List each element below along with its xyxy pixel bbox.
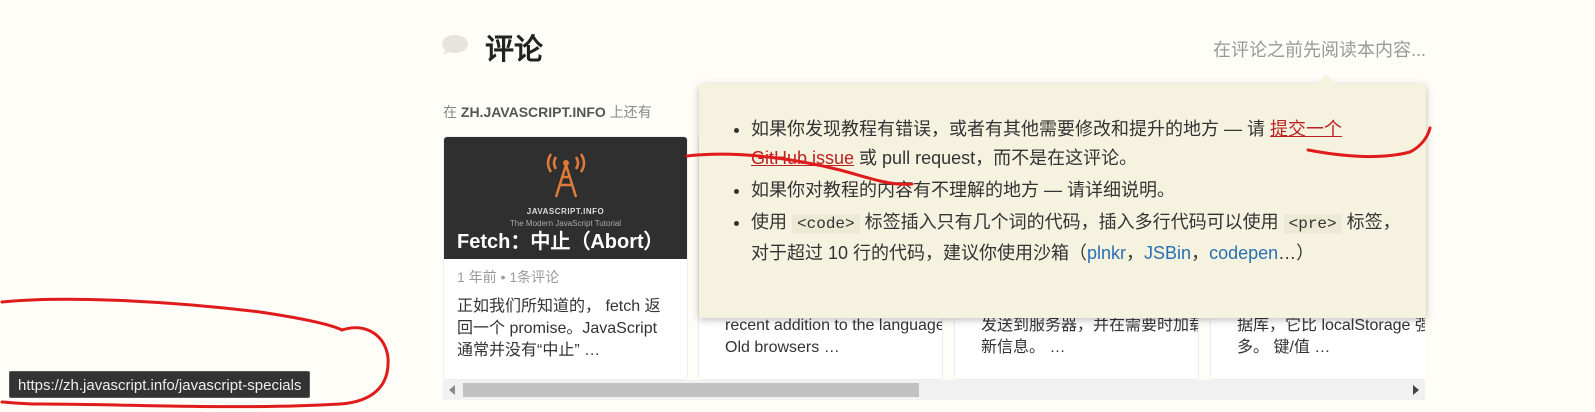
post-meta: 1 年前 • 1条评论 xyxy=(457,269,560,285)
guidelines-list: 如果你发现教程有错误，或者有其他需要修改和提升的地方 — 请 提交一个 GitH… xyxy=(751,115,1401,271)
comment-guidelines-popover: 如果你发现教程有错误，或者有其他需要修改和提升的地方 — 请 提交一个 GitH… xyxy=(699,74,1426,318)
guideline-text: 使用 xyxy=(751,212,793,232)
also-on-suffix: 上还有 xyxy=(609,104,652,120)
radio-tower-logo-icon xyxy=(546,153,586,198)
post-excerpt: 据库，它比 localStorage 强大得多。 键/值 … xyxy=(1237,317,1425,356)
post-title: Fetch：中止（Abort） xyxy=(457,231,664,253)
guideline-item: 如果你发现教程有错误，或者有其他需要修改和提升的地方 — 请 提交一个 GitH… xyxy=(751,115,1401,173)
pre-tag-sample: <pre> xyxy=(1283,214,1342,234)
post-excerpt: 发送到服务器，并在需要时加载新信息。 … xyxy=(981,317,1199,356)
post-excerpt: 正如我们所知道的， fetch 返回一个 promise。JavaScript … xyxy=(457,298,661,359)
codepen-link[interactable]: codepen xyxy=(1209,243,1278,263)
speech-bubble-icon xyxy=(442,35,468,55)
scroll-right-arrow-icon[interactable] xyxy=(1413,385,1419,395)
guideline-item: 如果你对教程的内容有不理解的地方 — 请详细说明。 xyxy=(751,176,1401,205)
status-bar-url: https://zh.javascript.info/javascript-sp… xyxy=(9,371,311,398)
separator: ， xyxy=(1126,243,1145,263)
post-excerpt: recent addition to the language. Old bro… xyxy=(725,317,943,356)
also-on-prefix: 在 xyxy=(443,104,457,120)
scroll-left-arrow-icon[interactable] xyxy=(449,385,455,395)
guideline-text: …） xyxy=(1278,243,1315,263)
code-tag-sample: <code> xyxy=(792,214,860,234)
separator: ， xyxy=(1191,243,1210,263)
also-on-label: 在 ZH.JAVASCRIPT.INFO 上还有 xyxy=(443,102,652,122)
read-before-commenting-link[interactable]: 在评论之前先阅读本内容... xyxy=(1213,36,1426,62)
plnkr-link[interactable]: plnkr xyxy=(1087,243,1126,263)
guideline-item: 使用 <code> 标签插入只有几个词的代码，插入多行代码可以使用 <pre> … xyxy=(751,208,1401,268)
comments-header: 评论 在评论之前先阅读本内容... xyxy=(441,24,1426,68)
popover-pointer xyxy=(1316,74,1336,84)
guideline-text: 标签插入只有几个词的代码，插入多行代码可以使用 xyxy=(859,212,1284,232)
also-on-site[interactable]: ZH.JAVASCRIPT.INFO xyxy=(461,104,606,120)
scrollbar-thumb[interactable] xyxy=(463,383,919,397)
guideline-text: 如果你对教程的内容有不理解的地方 — 请详细说明。 xyxy=(751,180,1175,200)
page-title: 评论 xyxy=(485,34,544,66)
related-post-card[interactable]: JAVASCRIPT.INFO The Modern JavaScript Tu… xyxy=(443,136,688,380)
guideline-text: 或 pull request，而不是在这评论。 xyxy=(854,148,1138,168)
horizontal-scrollbar[interactable] xyxy=(443,380,1425,400)
jsbin-link[interactable]: JSBin xyxy=(1144,243,1191,263)
guideline-text: 如果你发现教程有错误，或者有其他需要修改和提升的地方 — 请 xyxy=(751,119,1271,139)
post-thumbnail: JAVASCRIPT.INFO The Modern JavaScript Tu… xyxy=(444,137,687,259)
thumbnail-site-name: JAVASCRIPT.INFO xyxy=(526,207,605,216)
